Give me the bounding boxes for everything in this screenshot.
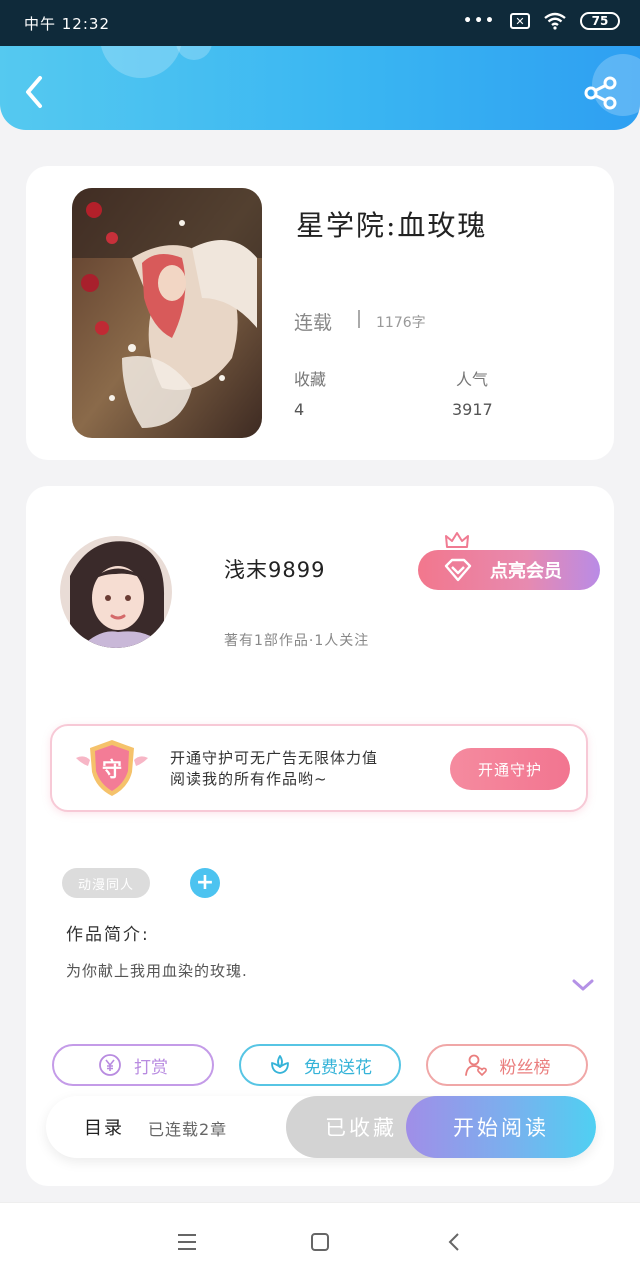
add-tag-button[interactable]: +: [190, 868, 220, 898]
vip-button-label: 点亮会员: [490, 561, 562, 582]
guard-promo-box: 守 开通守护可无广告无限体力值 阅读我的所有作品哟~ 开通守护: [50, 724, 588, 812]
guard-badge-text: 守: [102, 757, 122, 781]
yen-coin-icon: [99, 1054, 121, 1076]
author-avatar[interactable]: [60, 536, 172, 648]
diamond-icon: [444, 558, 472, 582]
start-reading-button[interactable]: 开始阅读: [406, 1096, 596, 1158]
crown-icon: [445, 532, 469, 548]
guard-line-1: 开通守护可无广告无限体力值: [170, 749, 379, 767]
open-guard-button[interactable]: 开通守护: [450, 748, 570, 790]
author-meta: 著有1部作品·1人关注: [224, 633, 370, 649]
back-icon[interactable]: [20, 74, 48, 110]
favorites-label: 收藏: [294, 370, 327, 389]
activate-vip-button[interactable]: 点亮会员: [418, 550, 600, 590]
decor-bubble: [176, 46, 212, 60]
word-count: 1176字: [376, 315, 426, 331]
tag-chip[interactable]: 动漫同人: [62, 868, 151, 898]
decor-bubble: [100, 46, 182, 78]
guard-line-2: 阅读我的所有作品哟~: [170, 770, 328, 788]
toc-button[interactable]: 目录: [84, 1114, 124, 1140]
chevron-down-icon[interactable]: [572, 978, 594, 992]
favorites-count: 4: [294, 400, 305, 419]
status-icons: ••• ✕ 75: [463, 12, 620, 30]
book-info-card: 星学院:血玫瑰 连载 1176字 收藏 4 人气 3917: [26, 166, 614, 460]
no-sim-icon: ✕: [510, 13, 530, 29]
fan-ranking-button[interactable]: 粉丝榜: [426, 1044, 588, 1086]
reward-button[interactable]: 打赏: [52, 1044, 214, 1086]
author-card: 浅末9899 著有1部作品·1人关注 点亮会员 守 开通守护可无广告无限体力值 …: [26, 486, 614, 1186]
author-name[interactable]: 浅末9899: [224, 554, 325, 584]
battery-icon: 75: [580, 12, 620, 30]
signal-dots-icon: •••: [463, 13, 496, 29]
share-icon[interactable]: [584, 76, 618, 110]
book-title: 星学院:血玫瑰: [296, 209, 488, 242]
user-heart-icon: [464, 1054, 487, 1076]
guard-description: 开通守护可无广告无限体力值 阅读我的所有作品哟~: [170, 748, 378, 790]
flower-label: 免费送花: [304, 1057, 372, 1078]
book-status: 连载: [294, 312, 333, 334]
status-time: 中午 12:32: [24, 15, 110, 33]
intro-label: 作品简介:: [66, 925, 150, 945]
divider: [358, 310, 360, 328]
send-flower-button[interactable]: 免费送花: [239, 1044, 401, 1086]
bottom-action-bar: 目录 已连载2章 已收藏 开始阅读: [46, 1096, 596, 1158]
wifi-icon: [544, 12, 566, 30]
reward-label: 打赏: [134, 1057, 168, 1078]
intro-text: 为你献上我用血染的玫瑰.: [66, 962, 248, 980]
popularity-count: 3917: [452, 400, 493, 419]
fans-label: 粉丝榜: [499, 1057, 551, 1078]
status-bar: 中午 12:32 ••• ✕ 75: [0, 0, 640, 46]
chapter-count[interactable]: 已连载2章: [148, 1116, 227, 1140]
book-cover-image[interactable]: [72, 188, 262, 438]
menu-icon[interactable]: [176, 1231, 198, 1253]
guard-shield-icon: 守: [76, 740, 148, 796]
home-icon[interactable]: [309, 1231, 331, 1253]
flower-icon: [271, 1055, 289, 1074]
popularity-label: 人气: [456, 370, 489, 389]
nav-back-icon[interactable]: [444, 1231, 466, 1253]
system-nav-bar: [0, 1202, 640, 1280]
header: [0, 46, 640, 130]
